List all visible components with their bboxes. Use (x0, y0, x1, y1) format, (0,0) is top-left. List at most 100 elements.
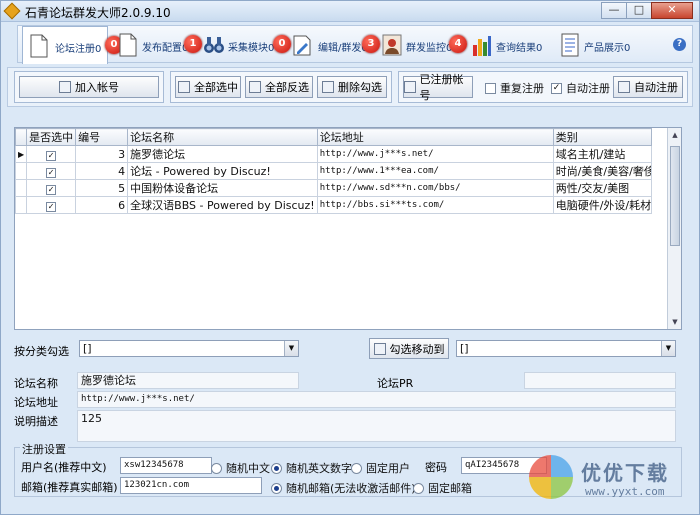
minimize-button[interactable]: — (601, 2, 627, 19)
main-window: 石青论坛群发大师2.0.9.10 — □ ✕ 论坛注册0 0 发布配置0 1 采… (0, 0, 700, 515)
username-label: 用户名(推荐中文) (21, 461, 107, 474)
invert-select-button[interactable]: 全部反选 (245, 76, 313, 98)
invert-select-icon (249, 81, 261, 93)
bar-chart-icon (473, 36, 491, 56)
window-title: 石青论坛群发大师2.0.9.10 (25, 6, 171, 20)
tab-label: 论坛注册0 (55, 44, 102, 55)
module-tab-strip: 论坛注册0 0 发布配置0 1 采集模块0 0 编辑/群发0 3 群发监控0 4… (17, 25, 693, 64)
forum-url-field[interactable]: http://www.j***s.net/ (77, 391, 676, 408)
auto-register-checkbox[interactable]: ✓ 自动注册 (551, 80, 610, 96)
select-all-icon (178, 81, 190, 93)
scroll-down-icon[interactable]: ▼ (668, 315, 682, 329)
tab-publish-config[interactable]: 发布配置0 1 (112, 26, 202, 64)
column-header[interactable]: 类别 (552, 128, 652, 146)
random-english-label: 随机英文数字 (286, 462, 352, 475)
chevron-down-icon[interactable]: ▼ (284, 341, 298, 356)
select-all-button[interactable]: 全部选中 (175, 76, 241, 98)
random-english-radio[interactable]: 随机英文数字 (271, 460, 352, 476)
forum-table-grid: 是否选中 编号 论坛名称 论坛地址 类别 ▶ ✓ 3 施罗德论坛 http://… (14, 128, 652, 214)
tab-collect-module[interactable]: 采集模块0 0 (198, 26, 291, 64)
tab-query-results[interactable]: 查询结果0 (466, 26, 554, 64)
forum-url-cell: http://www.j***s.net/ (316, 145, 554, 163)
table-row[interactable]: ✓ 6 全球汉语BBS - Powered by Discuz! http://… (14, 196, 652, 214)
delete-checked-button[interactable]: 删除勾选 (317, 76, 387, 98)
title-bar: 石青论坛群发大师2.0.9.10 — □ ✕ (1, 1, 699, 22)
watermark-logo-icon (529, 455, 573, 499)
fixed-user-radio[interactable]: 固定用户 (351, 460, 410, 476)
auto-register-button[interactable]: 自动注册 (613, 76, 683, 98)
forum-url-cell: http://bbs.si***ts.com/ (316, 196, 554, 214)
toolbar-group-add: 加入帐号 (14, 71, 164, 103)
category-cell: 两性/交友/美图 (552, 179, 652, 197)
chevron-down-icon[interactable]: ▼ (661, 341, 675, 356)
radio-dot (271, 482, 282, 494)
forum-url-label: 论坛地址 (14, 396, 58, 409)
select-cell[interactable]: ✓ (26, 162, 77, 180)
row-checkbox[interactable]: ✓ (46, 150, 57, 161)
move-checked-button[interactable]: 勾选移动到 (369, 338, 449, 359)
random-email-label: 随机邮箱(无法收激活邮件) (286, 482, 416, 495)
watermark-url: www.yyxt.com (585, 485, 665, 498)
action-toolbar: 加入帐号 全部选中 全部反选 删除勾选 已注册帐号 重复注册 ✓ 自动注册 自动… (7, 67, 693, 107)
tab-label: 采集模块0 (228, 43, 275, 54)
forum-name-cell: 论坛 - Powered by Discuz! (127, 162, 318, 180)
tab-product-showcase[interactable]: 产品展示0 (554, 26, 644, 64)
forum-name-field[interactable]: 施罗德论坛 (77, 372, 299, 389)
forum-name-cell: 施罗德论坛 (127, 145, 318, 163)
close-button[interactable]: ✕ (651, 2, 693, 19)
select-cell[interactable]: ✓ (26, 145, 77, 163)
table-row[interactable]: ▶ ✓ 3 施罗德论坛 http://www.j***s.net/ 域名主机/建… (14, 145, 652, 163)
tab-broadcast-monitor[interactable]: 群发监控0 4 (376, 26, 467, 64)
random-email-radio[interactable]: 随机邮箱(无法收激活邮件) (271, 480, 416, 496)
row-checkbox[interactable]: ✓ (46, 184, 57, 195)
radio-dot (413, 482, 424, 494)
window-controls: — □ ✕ (601, 2, 693, 19)
scroll-up-icon[interactable]: ▲ (668, 128, 682, 142)
forum-name-cell: 中国粉体设备论坛 (127, 179, 318, 197)
add-account-button[interactable]: 加入帐号 (19, 76, 159, 98)
table-row[interactable]: ✓ 4 论坛 - Powered by Discuz! http://www.1… (14, 162, 652, 180)
delete-checked-label: 删除勾选 (338, 81, 382, 94)
registered-accounts-label: 已注册帐号 (419, 73, 464, 102)
fixed-email-radio[interactable]: 固定邮箱 (413, 480, 472, 496)
register-settings-title: 注册设置 (20, 441, 68, 457)
row-checkbox[interactable]: ✓ (46, 167, 57, 178)
table-row[interactable]: ✓ 5 中国粉体设备论坛 http://www.sd***n.com/bbs/ … (14, 179, 652, 197)
watermark: 优优下载 www.yyxt.com (529, 449, 699, 509)
fixed-user-label: 固定用户 (366, 462, 410, 475)
column-header[interactable]: 编号 (75, 128, 129, 146)
tab-label: 查询结果0 (496, 43, 543, 54)
account-add-icon (59, 81, 71, 93)
maximize-button[interactable]: □ (626, 2, 652, 19)
row-checkbox[interactable]: ✓ (46, 201, 57, 212)
select-cell[interactable]: ✓ (26, 196, 77, 214)
random-chinese-radio[interactable]: 随机中文 (211, 460, 270, 476)
radio-dot (271, 462, 282, 474)
forum-pr-field[interactable] (524, 372, 676, 389)
select-cell[interactable]: ✓ (26, 179, 77, 197)
auto-register-chk-label: 自动注册 (566, 82, 610, 95)
username-input[interactable]: xsw12345678 (120, 457, 212, 474)
move-target-select[interactable]: [] ▼ (456, 340, 676, 357)
category-filter-select[interactable]: [] ▼ (79, 340, 299, 357)
table-scrollbar[interactable]: ▲ ▼ (667, 128, 681, 329)
id-cell: 3 (75, 145, 129, 163)
column-header[interactable]: 论坛名称 (127, 128, 318, 146)
description-field[interactable]: 125 (77, 410, 676, 442)
tab-edit-broadcast[interactable]: 编辑/群发0 3 (286, 26, 380, 64)
scroll-thumb[interactable] (670, 146, 680, 246)
tab-forum-register[interactable]: 论坛注册0 0 (22, 26, 123, 64)
column-header[interactable]: 是否选中 (26, 128, 77, 146)
registered-accounts-button[interactable]: 已注册帐号 (403, 73, 473, 102)
current-row-indicator (14, 162, 28, 180)
help-icon[interactable]: ? (673, 38, 686, 51)
category-filter-value: [] (83, 342, 92, 355)
document-icon (404, 81, 416, 93)
checkbox-box: ✓ (551, 82, 562, 94)
tab-label: 编辑/群发0 (318, 43, 368, 54)
repeat-register-checkbox[interactable]: 重复注册 (485, 80, 544, 96)
app-logo-icon (3, 2, 21, 20)
radio-dot (351, 462, 362, 474)
column-header[interactable]: 论坛地址 (316, 128, 554, 146)
email-input[interactable]: 123021cn.com (120, 477, 262, 494)
